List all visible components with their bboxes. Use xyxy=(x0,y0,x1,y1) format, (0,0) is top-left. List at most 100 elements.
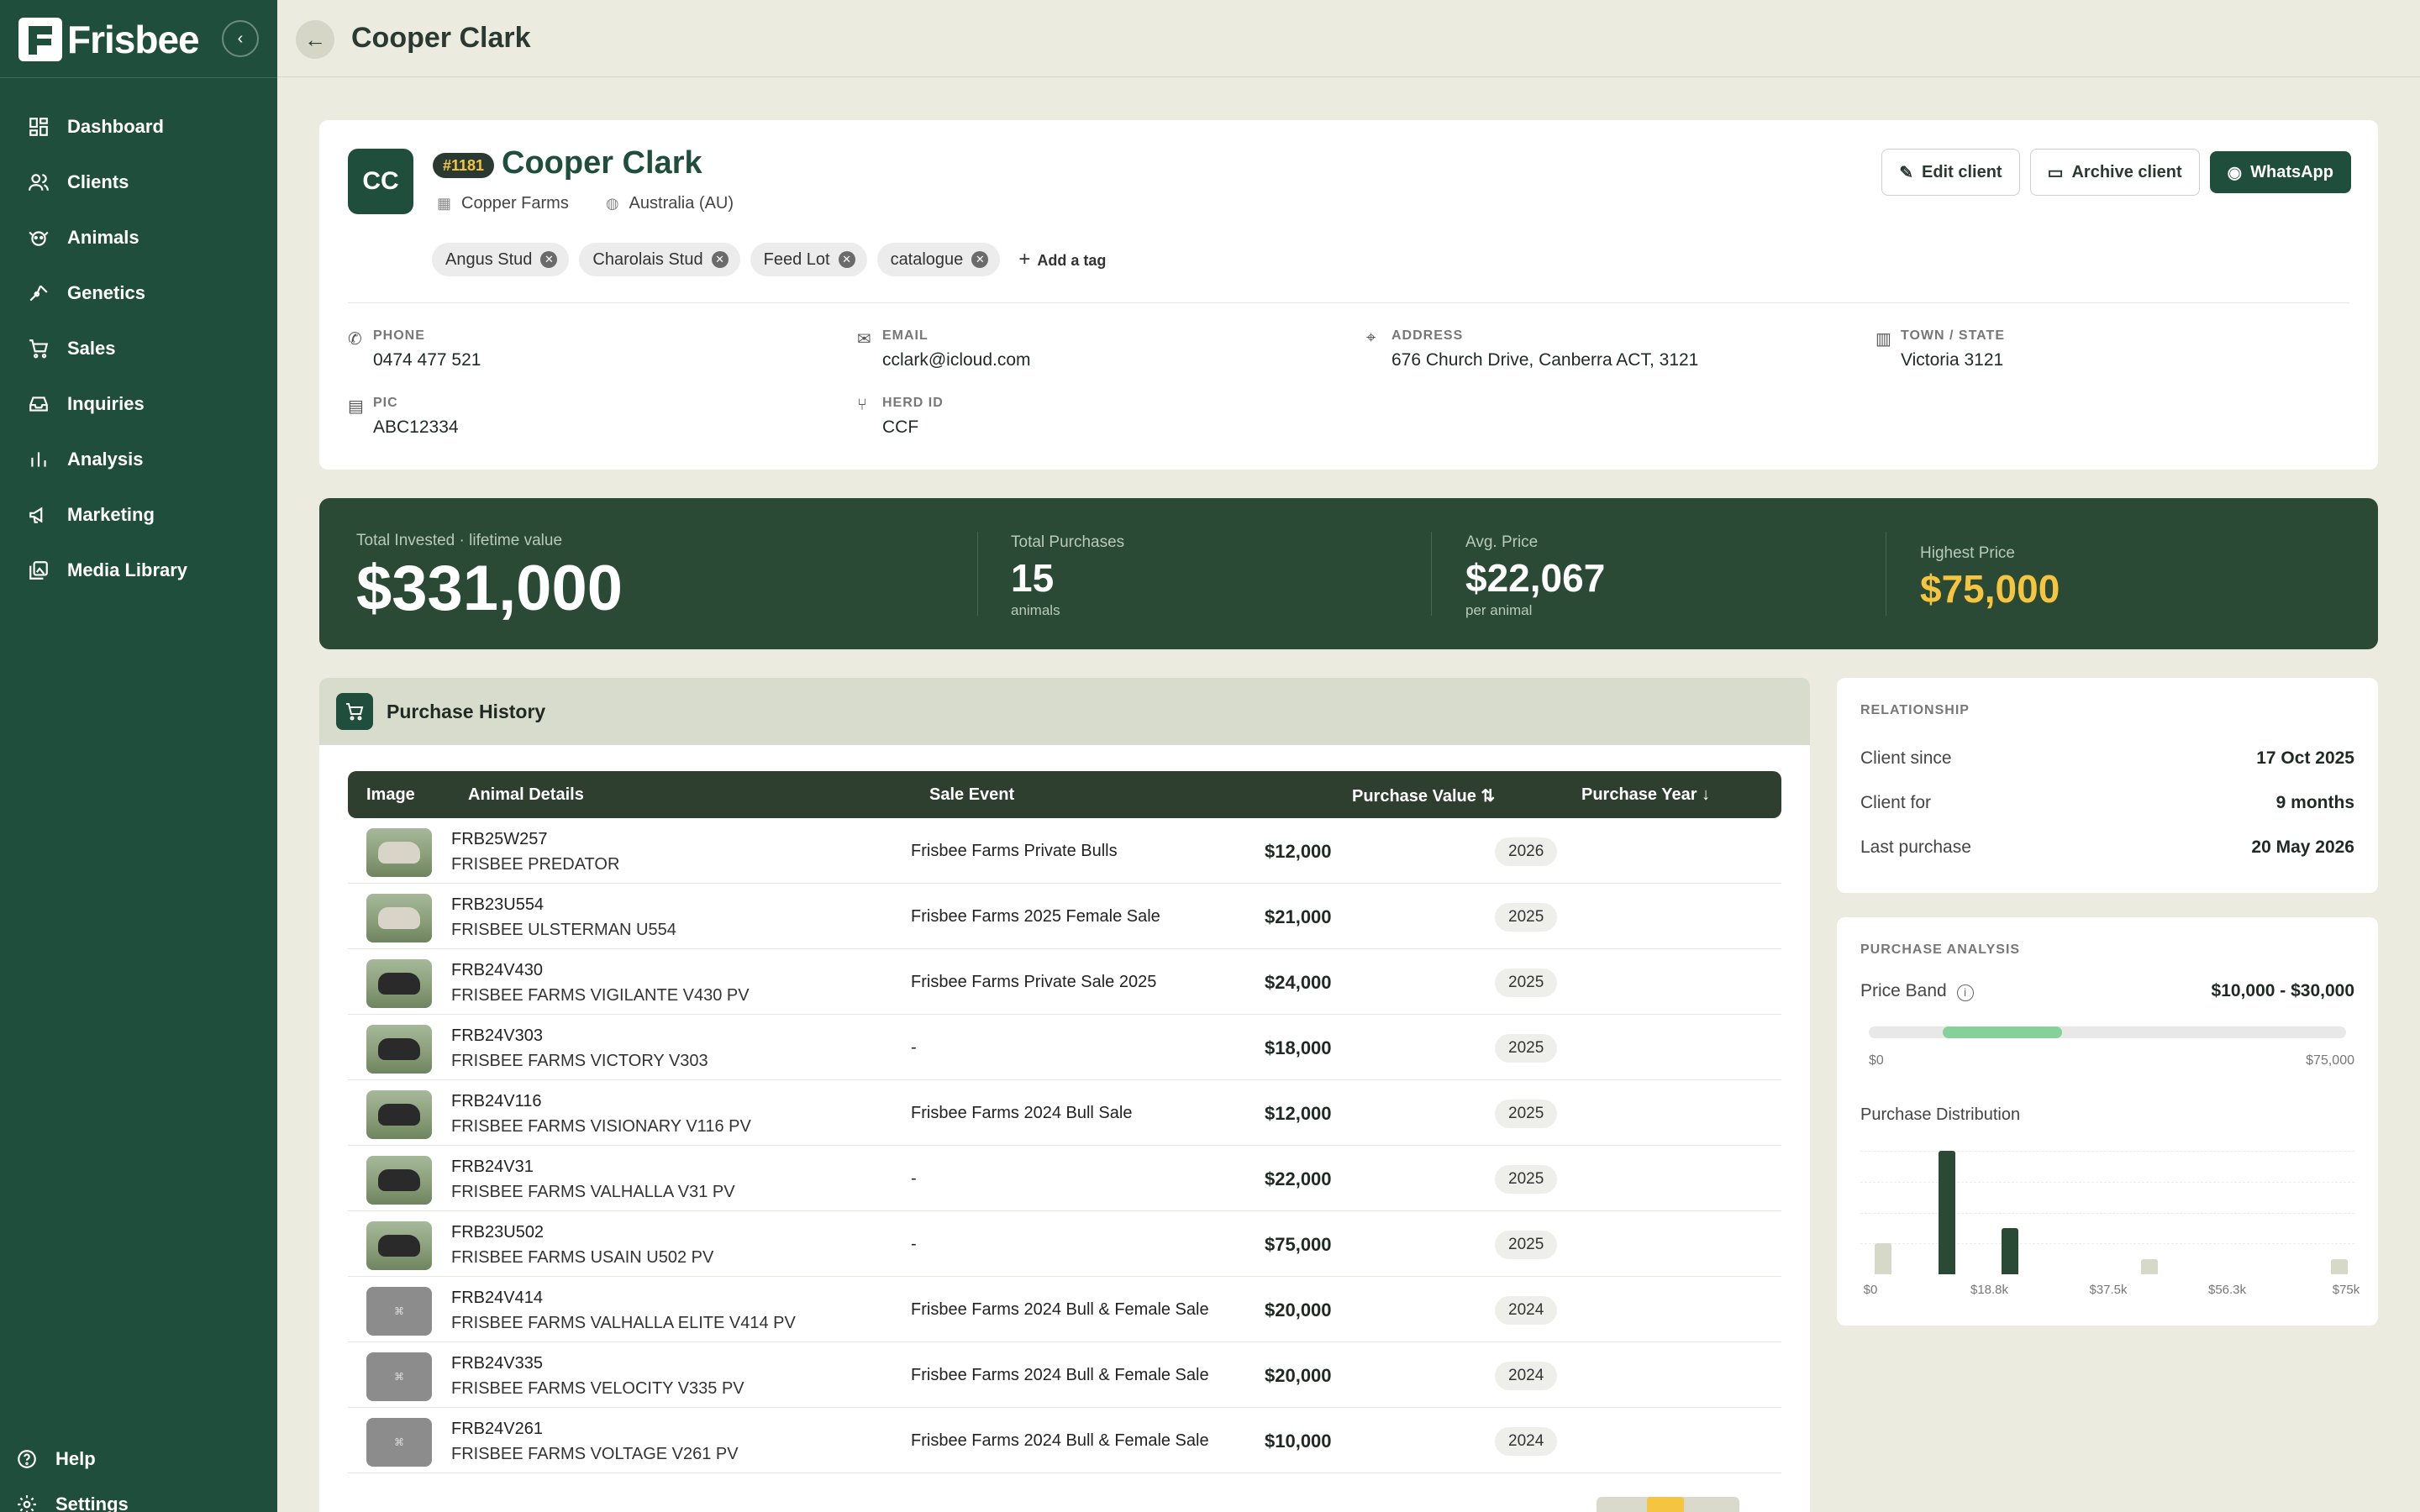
row-value: 20 May 2026 xyxy=(2251,837,2354,857)
purchase-analysis-panel: PURCHASE ANALYSIS Price Band i $10,000 -… xyxy=(1837,917,2378,1326)
branch-icon: ⑂ xyxy=(857,396,867,414)
sale-event: Frisbee Farms 2024 Bull & Female Sale xyxy=(911,1366,1209,1384)
table-row[interactable]: FRB24V31 FRISBEE FARMS VALHALLA V31 PV - $2… xyxy=(348,1146,1781,1211)
purchase-year: 2025 xyxy=(1495,969,1558,997)
sidebar-item-label: Analysis xyxy=(67,449,144,470)
animal-image xyxy=(366,828,432,877)
page-title: Cooper Clark xyxy=(351,22,531,54)
sidebar-item-label: Inquiries xyxy=(67,393,145,414)
remove-tag-icon[interactable]: ✕ xyxy=(971,251,989,268)
sidebar-item-genetics[interactable]: Genetics xyxy=(0,265,277,321)
edit-client-button[interactable]: ✎ Edit client xyxy=(1881,149,2020,196)
table-row[interactable]: FRB24V116 FRISBEE FARMS VISIONARY V116 PV… xyxy=(348,1080,1781,1146)
sidebar-item-help[interactable]: Help xyxy=(0,1436,277,1482)
purchase-year: 2025 xyxy=(1495,1034,1558,1063)
sidebar-item-dashboard[interactable]: Dashboard xyxy=(0,99,277,155)
table-row[interactable]: FRB24V303 FRISBEE FARMS VICTORY V303 - $18,… xyxy=(348,1015,1781,1080)
remove-tag-icon[interactable]: ✕ xyxy=(711,251,729,268)
id-card-icon: ▤ xyxy=(348,397,364,416)
pagination[interactable] xyxy=(1597,1497,1739,1512)
sidebar-item-marketing[interactable]: Marketing xyxy=(0,487,277,543)
animal-id[interactable]: FRB24V116 xyxy=(451,1092,541,1111)
sidebar-item-inquiries[interactable]: Inquiries xyxy=(0,376,277,432)
field-label: EMAIL xyxy=(882,328,929,343)
animal-id[interactable]: FRB23U502 xyxy=(451,1223,544,1242)
animal-image xyxy=(366,894,432,942)
sidebar-item-settings[interactable]: Settings xyxy=(0,1482,277,1512)
animal-id[interactable]: FRB24V303 xyxy=(451,1026,543,1046)
table-row[interactable]: ⌘ FRB24V335 FRISBEE FARMS VELOCITY V335 PV… xyxy=(348,1342,1781,1408)
genetics-icon xyxy=(27,281,50,305)
row-label: Client since xyxy=(1860,748,1952,768)
x-tick-label: $18.8k xyxy=(1970,1283,2009,1297)
sale-event: - xyxy=(911,1038,917,1057)
table-row[interactable]: ⌘ FRB24V261 FRISBEE FARMS VOLTAGE V261 PV F… xyxy=(348,1408,1781,1473)
x-tick-label: $0 xyxy=(1863,1283,1878,1297)
remove-tag-icon[interactable]: ✕ xyxy=(540,251,558,268)
table-row[interactable]: FRB23U502 FRISBEE FARMS USAIN U502 PV - $75… xyxy=(348,1211,1781,1277)
plus-icon: + xyxy=(1018,248,1031,270)
purchase-year: 2024 xyxy=(1495,1296,1558,1325)
animal-id[interactable]: FRB24V335 xyxy=(451,1354,543,1373)
table-row[interactable]: FRB24V430 FRISBEE FARMS VIGILANTE V430 PV… xyxy=(348,949,1781,1015)
top-bar: ← Cooper Clark xyxy=(277,0,2420,77)
whatsapp-button[interactable]: ◉ WhatsApp xyxy=(2209,151,2351,193)
stat-highest-price: Highest Price $75,000 xyxy=(1920,544,2060,612)
animal-id[interactable]: FRB23U554 xyxy=(451,895,544,915)
grid-line xyxy=(1860,1182,2354,1183)
pagination-active-page[interactable] xyxy=(1647,1497,1684,1512)
animal-id[interactable]: FRB24V430 xyxy=(451,961,543,980)
sidebar-item-sales[interactable]: Sales xyxy=(0,321,277,376)
company-name: Copper Farms xyxy=(461,194,569,213)
panel-header: Purchase History xyxy=(319,678,1810,745)
tag-label: Feed Lot xyxy=(763,249,830,269)
herd-id-field: ⑂ HERD ID CCF xyxy=(857,396,944,438)
field-value[interactable]: 0474 477 521 xyxy=(373,350,481,370)
table-row[interactable]: FRB25W257 FRISBEE PREDATOR Frisbee Farms P… xyxy=(348,818,1781,884)
archive-client-button[interactable]: ▭ Archive client xyxy=(2029,149,2200,196)
table-body: FRB25W257 FRISBEE PREDATOR Frisbee Farms P… xyxy=(348,818,1781,1473)
last-purchase-row: Last purchase 20 May 2026 xyxy=(1860,837,2354,858)
building-icon: ▦ xyxy=(437,195,452,212)
phone-icon: ✆ xyxy=(348,330,362,349)
animal-id[interactable]: FRB25W257 xyxy=(451,830,548,849)
purchase-value: $24,000 xyxy=(1265,972,1332,993)
info-icon[interactable]: i xyxy=(1956,984,1974,1001)
add-tag-button[interactable]: + Add a tag xyxy=(1018,248,1106,271)
animal-id[interactable]: FRB24V414 xyxy=(451,1289,543,1308)
animal-id[interactable]: FRB24V31 xyxy=(451,1158,534,1177)
client-for-row: Client for 9 months xyxy=(1860,793,2354,813)
collapse-sidebar-button[interactable]: ‹ xyxy=(222,20,259,57)
table-row[interactable]: FRB23U554 FRISBEE ULSTERMAN U554 Frisbee F… xyxy=(348,884,1781,949)
stat-label: Total Invested · lifetime value xyxy=(356,532,563,549)
sale-event: Frisbee Farms 2024 Bull & Female Sale xyxy=(911,1300,1209,1319)
table-row[interactable]: ⌘ FRB24V414 FRISBEE FARMS VALHALLA ELITE V… xyxy=(348,1277,1781,1342)
sidebar-item-clients[interactable]: Clients xyxy=(0,155,277,210)
sidebar-footer: Help Settings xyxy=(0,1436,277,1512)
row-label: Last purchase xyxy=(1860,837,1971,857)
stat-label: Highest Price xyxy=(1920,544,2015,562)
stat-value: $22,067 xyxy=(1465,556,1606,600)
town-field: ▥ TOWN / STATE Victoria 3121 xyxy=(1876,328,2005,370)
back-button[interactable]: ← xyxy=(296,20,334,59)
stats-banner: Total Invested · lifetime value $331,000… xyxy=(319,498,2378,649)
client-profile-card: CC #1181 Cooper Clark ▦ Copper Farms ◍ A… xyxy=(319,120,2378,470)
mail-icon: ✉ xyxy=(857,330,871,349)
whatsapp-label: WhatsApp xyxy=(2250,162,2333,181)
sidebar-item-media-library[interactable]: Media Library xyxy=(0,543,277,598)
grid-line xyxy=(1860,1213,2354,1214)
column-header-purchase-year[interactable]: Purchase Year ↓ xyxy=(1581,785,1710,805)
archive-icon: ▭ xyxy=(2047,163,2064,182)
sidebar-item-animals[interactable]: Animals xyxy=(0,210,277,265)
brand-logo[interactable]: Frisbee xyxy=(18,17,200,62)
animal-id[interactable]: FRB24V261 xyxy=(451,1420,543,1439)
field-value[interactable]: cclark@icloud.com xyxy=(882,350,1031,370)
tag-list: Angus Stud ✕ Charolais Stud ✕ Feed Lot ✕ ca… xyxy=(432,243,1106,276)
column-header-purchase-value[interactable]: Purchase Value ⇅ xyxy=(1352,785,1495,806)
sidebar-item-analysis[interactable]: Analysis xyxy=(0,432,277,487)
sidebar-item-label: Animals xyxy=(67,227,139,248)
field-value: Victoria 3121 xyxy=(1901,350,2004,370)
map-pin-icon: ⌖ xyxy=(1366,328,1376,347)
remove-tag-icon[interactable]: ✕ xyxy=(838,251,855,268)
sidebar-item-label: Media Library xyxy=(67,559,188,580)
